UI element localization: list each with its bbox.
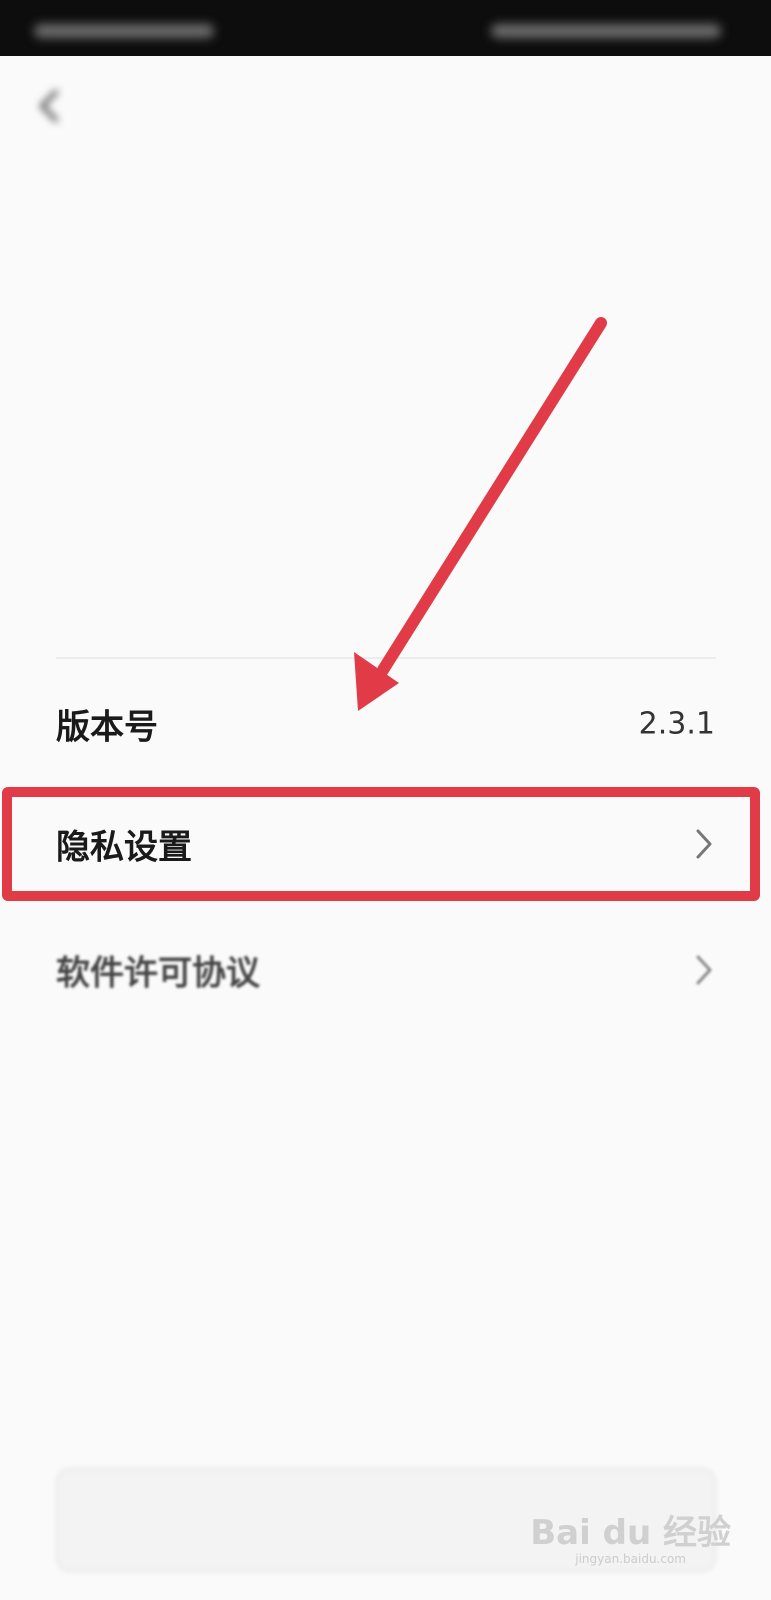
- section-divider: [56, 657, 716, 659]
- status-right-text: [491, 23, 721, 38]
- settings-row-1[interactable]: [0, 149, 771, 275]
- software-license-row[interactable]: 软件许可协议: [0, 907, 771, 1033]
- settings-row-3[interactable]: [0, 397, 771, 523]
- chevron-right-icon: [693, 952, 715, 988]
- highlight-box: [2, 787, 760, 901]
- version-label: 版本号: [56, 707, 158, 748]
- chevron-left-icon: [40, 90, 58, 122]
- status-left: [34, 20, 234, 42]
- back-button[interactable]: [30, 86, 70, 126]
- software-license-label: 软件许可协议: [56, 953, 260, 994]
- settings-row-4[interactable]: [0, 521, 771, 647]
- version-row: 版本号 2.3.1: [0, 661, 771, 787]
- status-right: [491, 20, 741, 42]
- watermark-main: Bai du 经验: [530, 1513, 731, 1553]
- top-bar: [0, 56, 771, 156]
- watermark-sub: jingyan.baidu.com: [575, 1552, 686, 1566]
- status-left-text: [34, 23, 214, 38]
- settings-row-2[interactable]: [0, 273, 771, 399]
- status-bar: [0, 0, 771, 56]
- baidu-jingyan-watermark: Bai du 经验 jingyan.baidu.com: [530, 1505, 731, 1566]
- version-value: 2.3.1: [638, 706, 715, 742]
